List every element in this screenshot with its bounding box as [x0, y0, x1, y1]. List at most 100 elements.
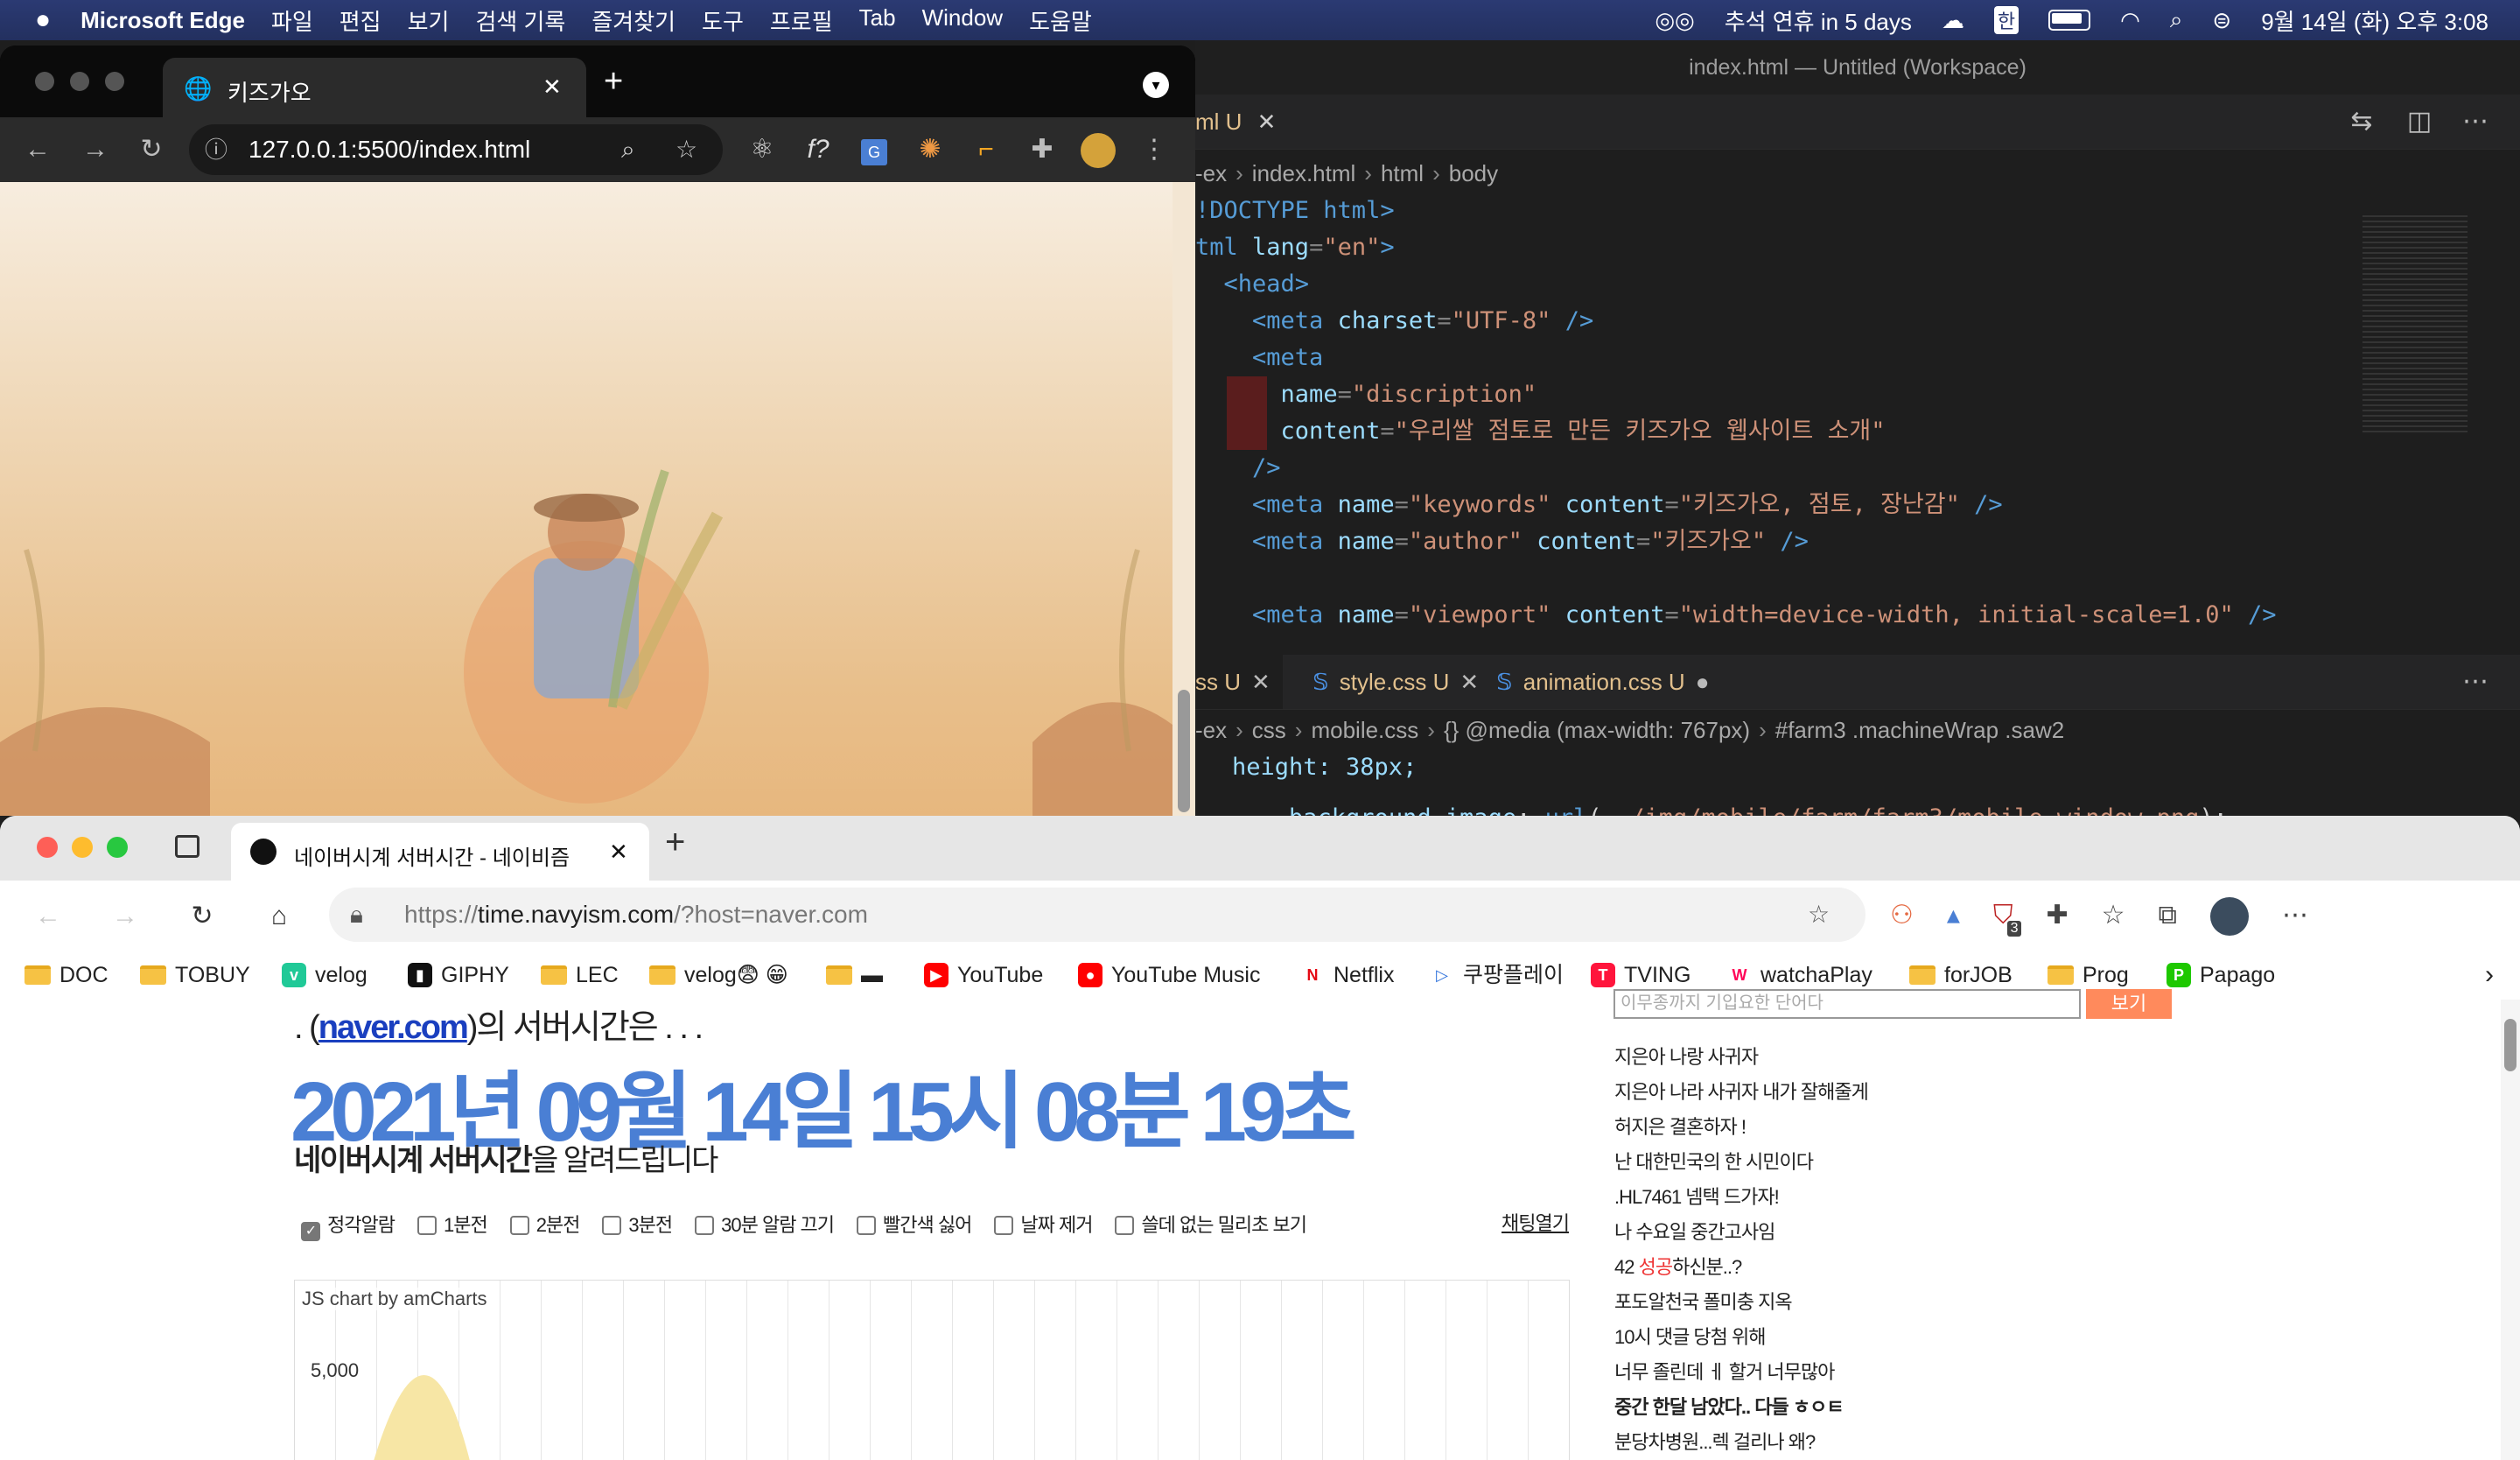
menu-item[interactable]: 보기: [408, 4, 450, 37]
minimap[interactable]: [2350, 193, 2508, 630]
close-window-button[interactable]: [35, 72, 54, 91]
alarm-option[interactable]: 3분전: [602, 1210, 673, 1241]
editor2-tab[interactable]: 𝕊style.css U ✕: [1300, 655, 1491, 709]
checkbox[interactable]: [509, 1216, 529, 1235]
split-editor-icon[interactable]: ◫: [2398, 96, 2441, 147]
favorite-item[interactable]: TOBUY: [140, 951, 250, 1000]
chevron-right-icon[interactable]: ›: [2485, 951, 2494, 1000]
favorite-item[interactable]: N Netflix: [1300, 951, 1395, 1000]
chart-credit[interactable]: JS chart by amCharts: [302, 1288, 487, 1310]
host-link[interactable]: naver.com: [318, 1009, 469, 1046]
ublock-icon[interactable]: ⛉ 3: [1993, 891, 2022, 940]
add-favorite-icon[interactable]: ☆: [1808, 888, 1830, 942]
zoom-icon[interactable]: ⌕: [621, 124, 635, 175]
maximize-window-button[interactable]: [105, 72, 124, 91]
menu-item[interactable]: 도움말: [1029, 4, 1092, 37]
menu-item[interactable]: 즐겨찾기: [592, 4, 676, 37]
vertical-scrollbar[interactable]: [1172, 182, 1195, 816]
profile-avatar[interactable]: [2209, 891, 2249, 940]
favorite-item[interactable]: ▶ YouTube: [924, 951, 1043, 1000]
tab-actions-icon[interactable]: [175, 835, 200, 858]
editor1-code[interactable]: !DOCTYPE html> tml lang="en"> <head> <met…: [1195, 193, 2333, 630]
back-icon[interactable]: ←: [26, 891, 70, 942]
glasses-icon[interactable]: ◎◎: [1655, 7, 1694, 34]
alarm-option[interactable]: 30분 알람 끄기: [695, 1210, 835, 1241]
wifi-icon[interactable]: ◠: [2120, 7, 2140, 34]
close-icon[interactable]: ✕: [542, 74, 562, 101]
minimize-window-button[interactable]: [70, 72, 89, 91]
time-chart[interactable]: JS chart by amCharts 5,000: [294, 1280, 1570, 1460]
favorite-item[interactable]: ▬: [826, 951, 883, 1000]
alarm-option[interactable]: 빨간색 싫어: [857, 1210, 972, 1241]
google-translate-icon[interactable]: G: [852, 124, 896, 175]
menu-item[interactable]: 파일: [271, 4, 313, 37]
more-actions-icon[interactable]: ⋯: [2454, 656, 2497, 707]
menu-item[interactable]: Window: [922, 4, 1003, 37]
menu-item[interactable]: 도구: [702, 4, 744, 37]
breadcrumb-item[interactable]: -ex: [1195, 717, 1227, 743]
react-devtools-icon[interactable]: ⚛: [740, 124, 784, 175]
input-method-indicator[interactable]: 한: [1993, 6, 2020, 34]
checkbox[interactable]: [994, 1216, 1014, 1235]
close-window-button[interactable]: [37, 837, 58, 858]
chat-submit-button[interactable]: 보기: [2086, 989, 2172, 1019]
reader-extension-icon[interactable]: ▴: [1947, 891, 1960, 940]
reload-icon[interactable]: ↻: [130, 124, 173, 175]
forward-icon[interactable]: →: [103, 891, 147, 942]
apple-icon[interactable]: ●: [35, 5, 51, 35]
cloud-icon[interactable]: ☁: [1942, 7, 1964, 34]
network-extension-icon[interactable]: ⚇: [1890, 891, 1914, 940]
color-picker-icon[interactable]: ✺: [908, 124, 952, 175]
checkbox[interactable]: [695, 1216, 715, 1235]
breadcrumb-item[interactable]: #farm3 .machineWrap .saw2: [1775, 717, 2064, 743]
minimize-window-button[interactable]: [72, 837, 93, 858]
alarm-option[interactable]: 쓸데 없는 밀리초 보기: [1115, 1210, 1307, 1241]
close-icon[interactable]: ✕: [1460, 669, 1479, 695]
forward-icon[interactable]: →: [74, 124, 117, 175]
breadcrumb-item[interactable]: {} @media (max-width: 767px): [1444, 717, 1750, 743]
favorite-item[interactable]: ● YouTube Music: [1078, 951, 1260, 1000]
alarm-option[interactable]: 1분전: [416, 1210, 488, 1241]
favorite-item[interactable]: velog😨 😁: [649, 951, 788, 1000]
checkbox[interactable]: [416, 1216, 437, 1235]
unsaved-dot-icon[interactable]: ●: [1696, 669, 1710, 695]
editor2-tab[interactable]: ss U ✕: [1195, 655, 1283, 709]
breadcrumb-item[interactable]: css: [1252, 717, 1286, 743]
menu-item[interactable]: 편집: [340, 4, 382, 37]
editor2-tab[interactable]: 𝕊animation.css U ●: [1484, 655, 1721, 709]
battery-icon[interactable]: [2048, 10, 2091, 31]
menubar-clock[interactable]: 9월 14일 (화) 오후 3:08: [2261, 4, 2488, 37]
menu-item[interactable]: 프로필: [770, 4, 833, 37]
breadcrumb-item[interactable]: html: [1381, 160, 1424, 186]
favorite-item[interactable]: LEC: [541, 951, 619, 1000]
checkbox[interactable]: ✓: [301, 1222, 320, 1241]
maximize-window-button[interactable]: [107, 837, 128, 858]
back-icon[interactable]: ←: [16, 124, 60, 175]
control-center-icon[interactable]: ⊜: [2212, 7, 2231, 34]
vertical-scrollbar[interactable]: [2501, 1000, 2520, 1460]
chat-input[interactable]: 이무종까지 기입요한 단어다: [1614, 989, 2081, 1019]
home-icon[interactable]: ⌂: [257, 891, 301, 942]
address-bar[interactable]: 🔒︎ https://time.navyism.com/?host=naver.…: [329, 888, 1866, 942]
extensions-icon[interactable]: ✚: [2046, 891, 2068, 940]
alarm-option[interactable]: 날짜 제거: [994, 1210, 1093, 1241]
breadcrumb-item[interactable]: mobile.css: [1311, 717, 1418, 743]
favorites-icon[interactable]: ☆: [2102, 891, 2125, 940]
close-icon[interactable]: ✕: [1251, 669, 1270, 695]
ruler-icon[interactable]: ⌐: [964, 124, 1008, 175]
tab-kidsgao[interactable]: 🌐 키즈가오 ✕: [163, 58, 586, 117]
more-actions-icon[interactable]: ⋯: [2454, 96, 2497, 147]
favorite-item[interactable]: v velog: [282, 951, 368, 1000]
close-icon[interactable]: ✕: [609, 839, 628, 866]
star-icon[interactable]: ☆: [676, 124, 697, 175]
info-icon[interactable]: ⓘ: [205, 124, 228, 175]
menu-item[interactable]: Tab: [859, 4, 896, 37]
checkbox[interactable]: [1115, 1216, 1135, 1235]
breadcrumb-item[interactable]: index.html: [1252, 160, 1356, 186]
more-menu-icon[interactable]: ⋯: [2282, 891, 2308, 940]
reload-icon[interactable]: ↻: [180, 891, 224, 942]
close-icon[interactable]: ✕: [1257, 109, 1277, 135]
profile-avatar[interactable]: [1076, 124, 1120, 175]
editor1-tab-index-html[interactable]: ml U ✕: [1195, 95, 1276, 149]
checkbox[interactable]: [857, 1216, 877, 1235]
